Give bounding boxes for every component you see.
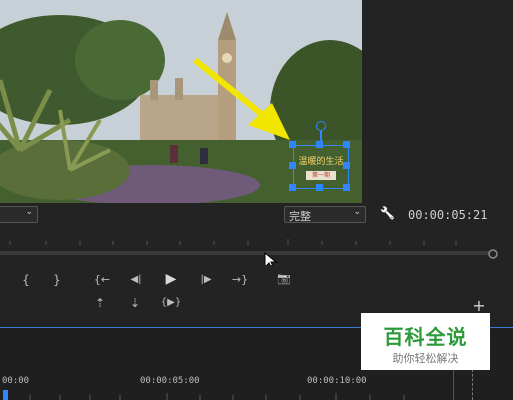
wrench-icon[interactable]: 🔧 (380, 206, 395, 220)
watermark-subtitle: 助你轻松解决 (392, 352, 459, 365)
go-to-in-button[interactable]: {← (92, 273, 112, 287)
resize-handle-tr[interactable] (343, 141, 350, 148)
lift-button[interactable]: ⇡ (90, 296, 110, 310)
timeline-ruler-ticks (29, 393, 405, 400)
quality-label: 完整 (289, 210, 311, 223)
resize-handle-bl[interactable] (289, 184, 296, 191)
add-button-icon[interactable]: + (470, 298, 488, 314)
rotate-handle[interactable] (316, 121, 326, 131)
chevron-down-icon: ⌄ (25, 207, 33, 217)
timeline-divider-dashed (472, 369, 474, 400)
zoom-dropdown[interactable]: ⌄ (0, 206, 38, 223)
ruler-time-0: 00:00 (2, 376, 30, 386)
resize-handle-br[interactable] (343, 184, 350, 191)
playhead-timecode[interactable]: 00:00:05:21 (408, 208, 487, 222)
step-forward-button[interactable]: |▶ (197, 273, 215, 287)
overlay-selection-box[interactable]: 温暖的生活 第一期 (293, 145, 349, 189)
mark-in-button[interactable]: { (17, 273, 35, 287)
comparison-view-button[interactable]: {▶} (158, 296, 184, 310)
watermark-title: 百科全说 (383, 325, 468, 349)
quality-dropdown[interactable]: 完整 ⌄ (284, 206, 366, 223)
resize-handle-ml[interactable] (289, 162, 296, 169)
scrub-area (0, 227, 513, 270)
chevron-down-icon: ⌄ (353, 207, 361, 217)
go-to-out-button[interactable]: →} (230, 273, 250, 287)
resize-handle-mr[interactable] (343, 162, 350, 169)
mark-out-button[interactable]: } (48, 273, 66, 287)
resize-handle-tl[interactable] (289, 141, 296, 148)
camera-icon[interactable]: 📷 (275, 272, 293, 286)
scrub-ruler[interactable] (0, 227, 513, 265)
right-panel (362, 0, 513, 203)
ruler-time-1: 00:00:05:00 (140, 376, 200, 386)
program-monitor-video: 温暖的生活 第一期 (0, 0, 362, 203)
step-back-button[interactable]: ◀| (127, 273, 145, 287)
overlay-title-text: 温暖的生活 (298, 157, 344, 167)
ruler-time-2: 00:00:10:00 (307, 376, 367, 386)
extract-button[interactable]: ⇣ (125, 296, 145, 310)
play-button[interactable]: ▶ (162, 272, 180, 286)
overlay-button: 第一期 (306, 171, 336, 180)
watermark-badge: 百科全说 助你轻松解决 (361, 313, 490, 370)
timeline-divider (453, 369, 454, 400)
resize-handle-tm[interactable] (316, 141, 323, 148)
monitor-controls-bar: ⌄ 完整 ⌄ 🔧 00:00:05:21 (0, 203, 513, 227)
resize-handle-bm[interactable] (316, 184, 323, 191)
playhead-end-marker (488, 249, 498, 259)
